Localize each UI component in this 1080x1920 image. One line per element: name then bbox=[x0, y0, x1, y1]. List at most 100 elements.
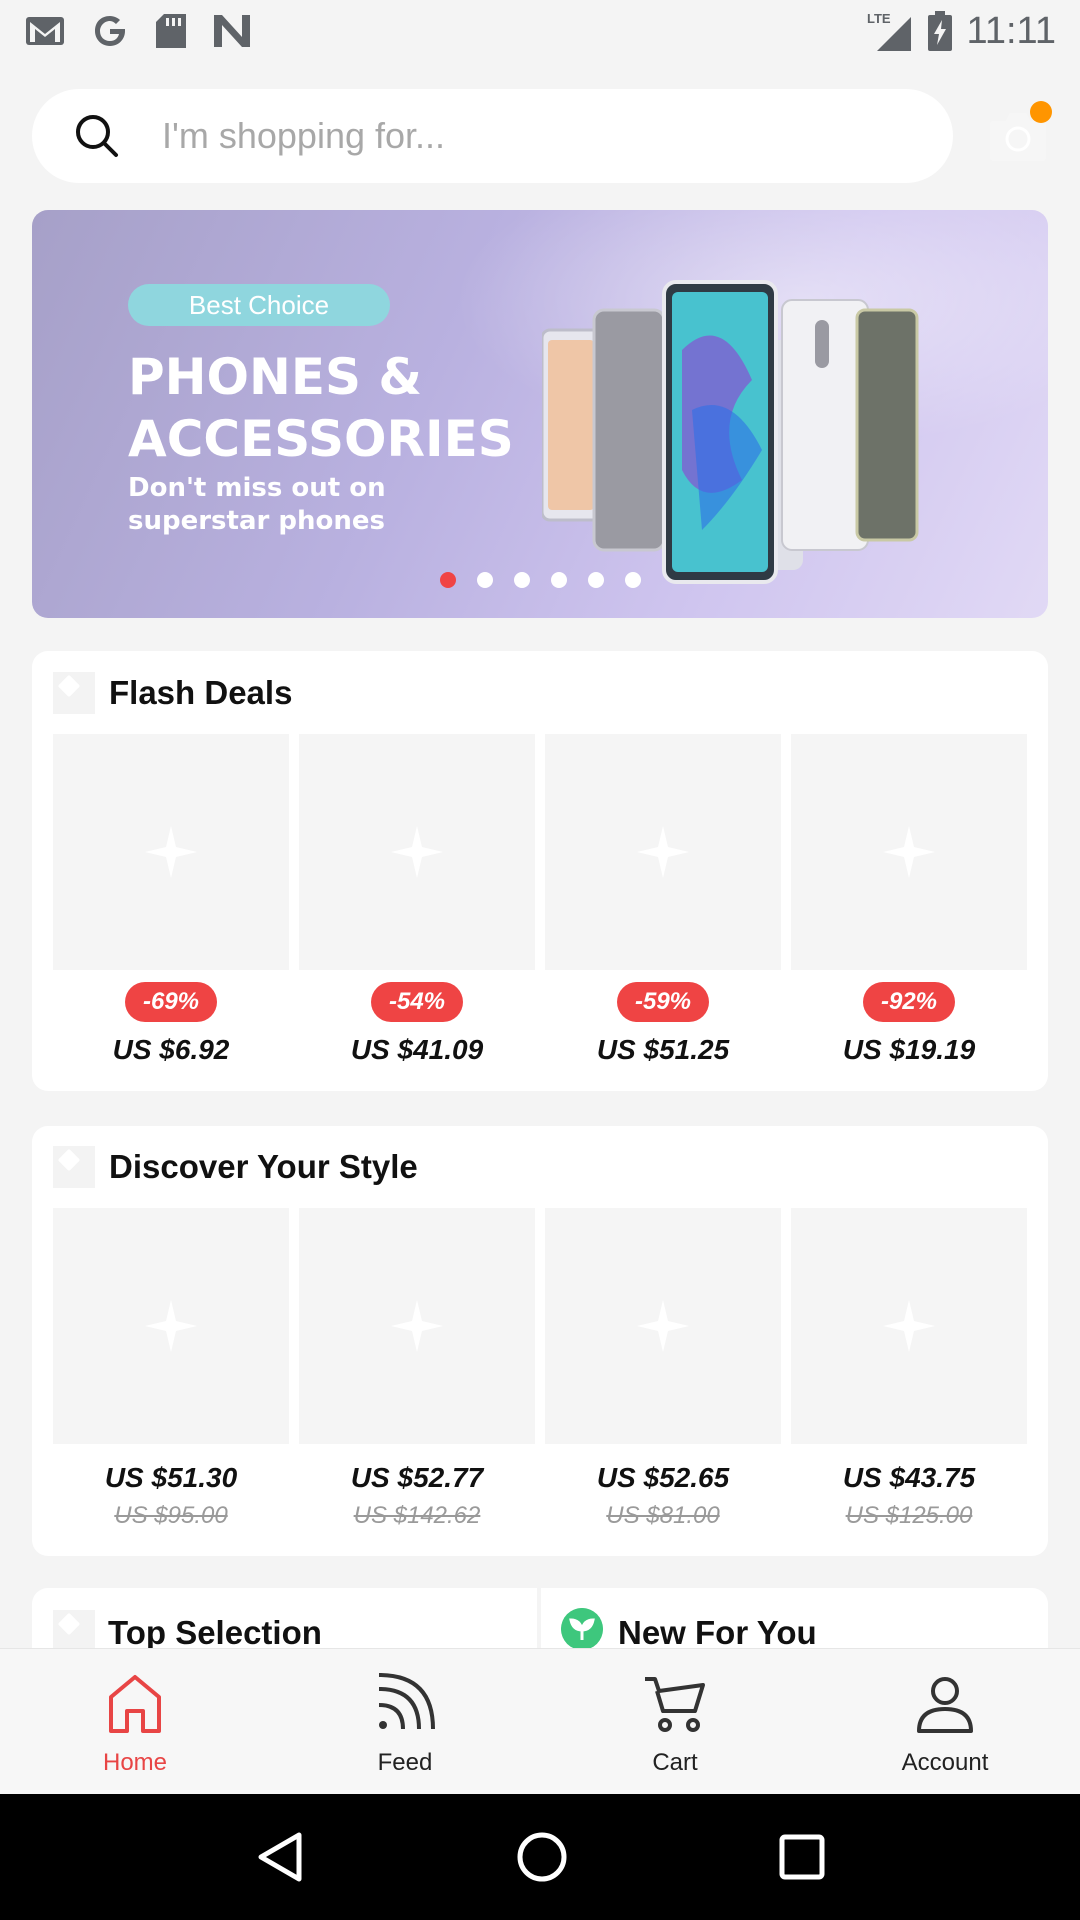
product-image-placeholder bbox=[791, 1208, 1027, 1444]
flash-deals-title: Flash Deals bbox=[109, 674, 293, 711]
product-tile[interactable]: US $51.30 US $95.00 bbox=[53, 1208, 289, 1530]
phones-image bbox=[542, 280, 919, 584]
gmail-icon bbox=[26, 17, 64, 45]
svg-text:LTE: LTE bbox=[867, 11, 891, 26]
battery-charging-icon bbox=[927, 11, 952, 51]
sparkle-icon bbox=[883, 826, 935, 878]
discount-badge: -69% bbox=[125, 982, 217, 1022]
banner-subtitle-line1: Don't miss out on bbox=[128, 473, 386, 503]
lte-signal-icon: LTE bbox=[867, 11, 911, 51]
discount-badge: -59% bbox=[617, 982, 709, 1022]
product-image-placeholder bbox=[299, 734, 535, 970]
product-image-placeholder bbox=[545, 734, 781, 970]
product-tile[interactable]: -92% US $19.19 bbox=[791, 734, 1027, 1066]
product-tile[interactable]: US $52.65 US $81.00 bbox=[545, 1208, 781, 1530]
nav-cart[interactable]: Cart bbox=[540, 1649, 810, 1794]
product-image-placeholder bbox=[545, 1208, 781, 1444]
sparkle-icon bbox=[391, 826, 443, 878]
system-navigation-bar bbox=[0, 1794, 1080, 1920]
carousel-dot[interactable] bbox=[551, 572, 567, 588]
carousel-dot[interactable] bbox=[477, 572, 493, 588]
discount-badge: -54% bbox=[371, 982, 463, 1022]
camera-notification-dot bbox=[1030, 101, 1052, 123]
product-price: US $52.77 bbox=[350, 1462, 484, 1493]
n-icon bbox=[214, 15, 250, 47]
sparkle-icon bbox=[53, 672, 95, 714]
search-icon bbox=[76, 115, 118, 157]
feed-icon bbox=[378, 1673, 435, 1730]
sparkle-icon bbox=[391, 1300, 443, 1352]
product-image-placeholder bbox=[53, 734, 289, 970]
nav-account-label: Account bbox=[901, 1749, 989, 1776]
promo-banner[interactable]: Best Choice PHONES & ACCESSORIES Don't m… bbox=[32, 210, 1048, 618]
banner-title-line1: PHONES & bbox=[128, 348, 423, 406]
product-image-placeholder bbox=[791, 734, 1027, 970]
flash-deals-header[interactable]: Flash Deals bbox=[53, 672, 292, 714]
sparkle-icon bbox=[883, 1300, 935, 1352]
product-price: US $6.92 bbox=[112, 1034, 230, 1065]
home-circle-icon[interactable] bbox=[516, 1831, 568, 1883]
sprout-icon bbox=[561, 1608, 603, 1650]
back-icon[interactable] bbox=[255, 1831, 305, 1883]
nav-feed-label: Feed bbox=[377, 1749, 433, 1776]
product-image-placeholder bbox=[53, 1208, 289, 1444]
product-image-placeholder bbox=[299, 1208, 535, 1444]
product-price: US $51.25 bbox=[596, 1034, 730, 1065]
status-right-icons: LTE 11:11 bbox=[867, 9, 1056, 53]
product-price: US $41.09 bbox=[350, 1034, 484, 1065]
original-price: US $125.00 bbox=[845, 1502, 973, 1529]
discover-style-title: Discover Your Style bbox=[109, 1148, 418, 1185]
sparkle-icon bbox=[637, 826, 689, 878]
discover-style-card[interactable]: Discover Your Style US $51.30 US $95.00 … bbox=[32, 1126, 1048, 1556]
flash-deals-card[interactable]: Flash Deals -69% US $6.92 -54% US $41.09… bbox=[32, 651, 1048, 1091]
product-tile[interactable]: -59% US $51.25 bbox=[545, 734, 781, 1066]
nav-home-label: Home bbox=[102, 1749, 168, 1776]
product-price: US $51.30 bbox=[104, 1462, 238, 1493]
sparkle-icon bbox=[53, 1610, 95, 1652]
product-tile[interactable]: US $52.77 US $142.62 bbox=[299, 1208, 535, 1530]
sd-card-icon bbox=[156, 14, 186, 48]
sparkle-icon bbox=[145, 1300, 197, 1352]
banner-badge: Best Choice bbox=[128, 284, 390, 326]
banner-subtitle-line2: superstar phones bbox=[128, 506, 385, 536]
original-price: US $95.00 bbox=[114, 1502, 228, 1529]
top-selection-card[interactable]: Top Selection bbox=[32, 1588, 537, 1652]
carousel-dot[interactable] bbox=[440, 572, 456, 588]
original-price: US $81.00 bbox=[606, 1502, 720, 1529]
nav-home[interactable]: Home bbox=[0, 1649, 270, 1794]
nav-account[interactable]: Account bbox=[810, 1649, 1080, 1794]
bottom-navigation: Home Feed Cart Account bbox=[0, 1648, 1080, 1794]
new-for-you-card[interactable]: New For You bbox=[541, 1588, 1048, 1651]
product-tile[interactable]: US $43.75 US $125.00 bbox=[791, 1208, 1027, 1530]
product-price: US $52.65 bbox=[596, 1462, 730, 1493]
clock: 11:11 bbox=[966, 9, 1056, 52]
sparkle-icon bbox=[145, 826, 197, 878]
status-left-icons bbox=[24, 11, 252, 51]
top-selection-title: Top Selection bbox=[108, 1614, 322, 1651]
original-price: US $142.62 bbox=[353, 1502, 481, 1529]
nav-feed[interactable]: Feed bbox=[270, 1649, 540, 1794]
carousel-dot[interactable] bbox=[514, 572, 530, 588]
search-input[interactable] bbox=[162, 115, 862, 157]
new-for-you-title: New For You bbox=[618, 1614, 817, 1651]
sparkle-icon bbox=[53, 1146, 95, 1188]
product-price: US $19.19 bbox=[842, 1034, 976, 1065]
carousel-dots bbox=[440, 572, 641, 588]
product-tile[interactable]: -54% US $41.09 bbox=[299, 734, 535, 1066]
sparkle-icon bbox=[637, 1300, 689, 1352]
cart-icon bbox=[645, 1677, 705, 1732]
flash-deals-list: -69% US $6.92 -54% US $41.09 -59% US $51… bbox=[53, 734, 1027, 1066]
product-tile[interactable]: -69% US $6.92 bbox=[53, 734, 289, 1066]
account-icon bbox=[917, 1677, 973, 1733]
home-icon bbox=[109, 1675, 161, 1733]
discover-style-header[interactable]: Discover Your Style bbox=[53, 1146, 418, 1188]
recents-icon[interactable] bbox=[779, 1834, 825, 1880]
status-bar: LTE 11:11 bbox=[0, 0, 1080, 62]
banner-title: PHONES & ACCESSORIES bbox=[128, 346, 548, 470]
nav-cart-label: Cart bbox=[652, 1749, 698, 1776]
search-bar[interactable] bbox=[32, 89, 953, 183]
carousel-dot[interactable] bbox=[625, 572, 641, 588]
discount-badge: -92% bbox=[863, 982, 955, 1022]
carousel-dot[interactable] bbox=[588, 572, 604, 588]
banner-subtitle: Don't miss out on superstar phones bbox=[128, 472, 508, 538]
